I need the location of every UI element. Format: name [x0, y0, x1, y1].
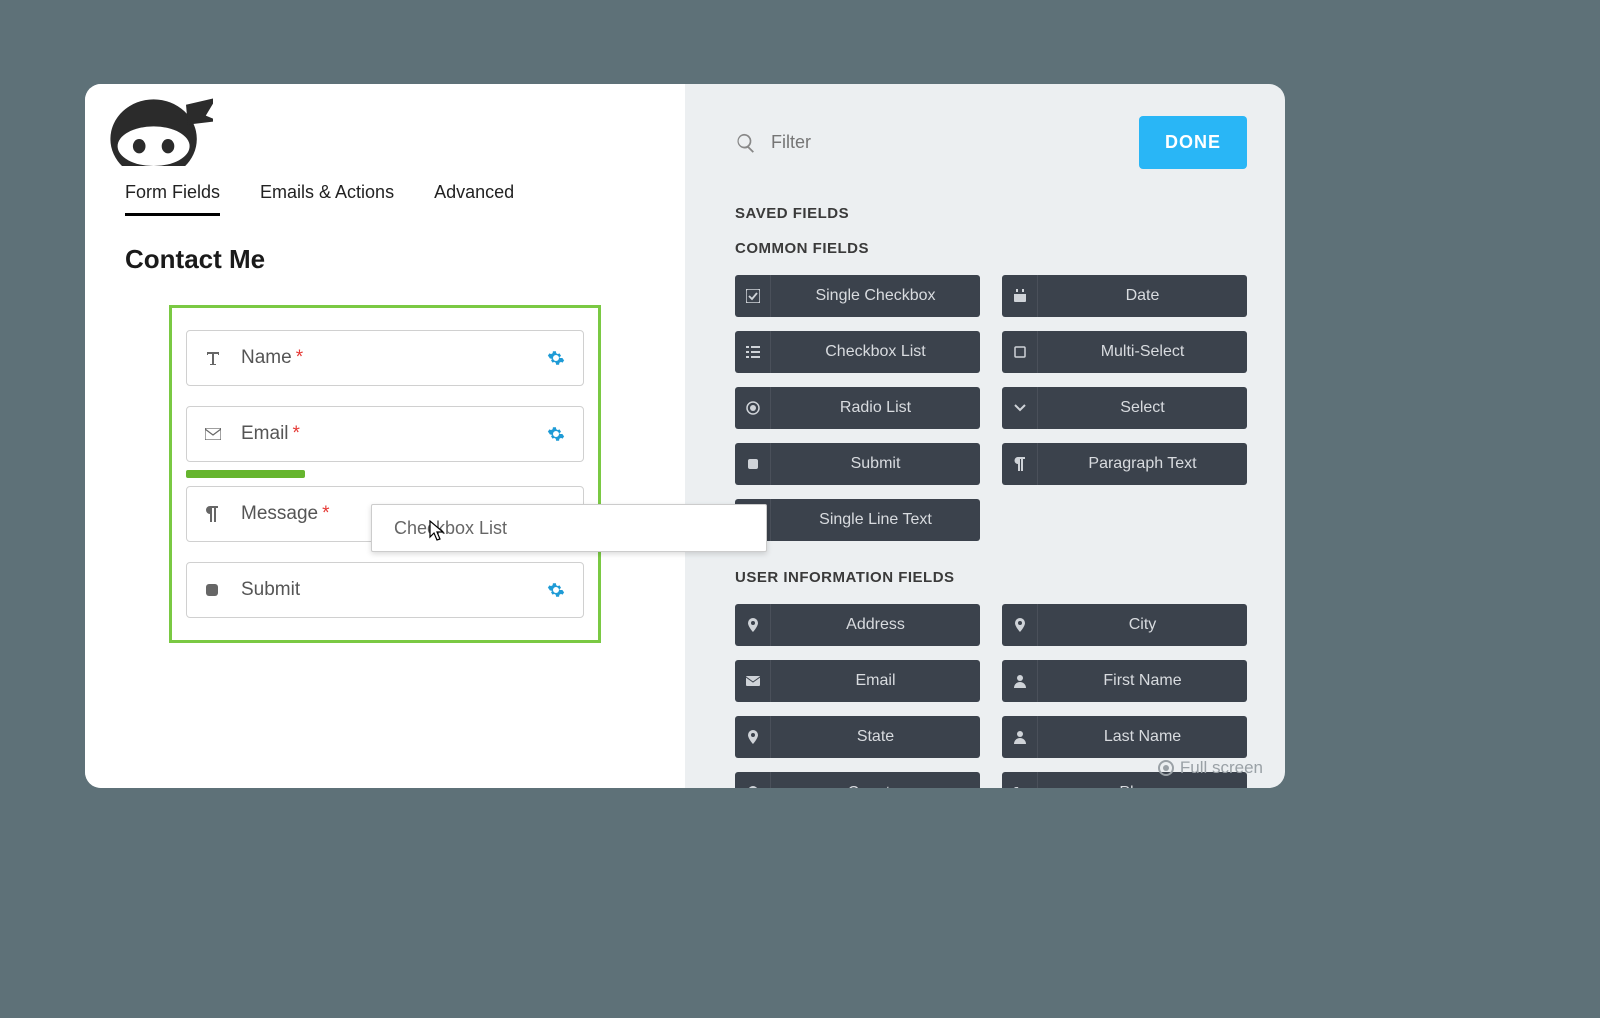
- field-tile-first-name[interactable]: First Name: [1002, 660, 1247, 702]
- field-tile-submit[interactable]: Submit: [735, 443, 980, 485]
- field-row-email[interactable]: Email*: [186, 406, 584, 462]
- ninja-logo: [105, 84, 213, 166]
- field-row-name[interactable]: Name*: [186, 330, 584, 386]
- field-tile-single-line-text[interactable]: Single Line Text: [735, 499, 980, 541]
- fullscreen-label: Full screen: [1180, 758, 1263, 778]
- field-tile-state[interactable]: State: [735, 716, 980, 758]
- section-saved-title: SAVED FIELDS: [735, 205, 1247, 222]
- filter-input[interactable]: [771, 132, 971, 153]
- tile-label: Paragraph Text: [1038, 455, 1247, 473]
- field-row-submit[interactable]: Submit: [186, 562, 584, 618]
- square-icon: [205, 583, 227, 597]
- field-tile-country[interactable]: Country: [735, 772, 980, 788]
- para-icon: [1002, 443, 1038, 485]
- tab-emails-actions[interactable]: Emails & Actions: [260, 182, 394, 216]
- tile-label: Radio List: [771, 399, 980, 417]
- section-user-title: USER INFORMATION FIELDS: [735, 569, 1247, 586]
- form-dropzone[interactable]: Name* Email* Message*: [169, 305, 601, 643]
- tile-label: Multi-Select: [1038, 343, 1247, 361]
- field-tile-city[interactable]: City: [1002, 604, 1247, 646]
- drop-indicator: [186, 470, 305, 478]
- filter-bar: DONE: [735, 116, 1247, 169]
- tile-label: Address: [771, 616, 980, 634]
- tile-label: Single Checkbox: [771, 287, 980, 305]
- box-icon: [1002, 331, 1038, 373]
- tile-label: Checkbox List: [771, 343, 980, 361]
- field-label: Message*: [241, 503, 330, 525]
- list-icon: [735, 331, 771, 373]
- tile-label: Date: [1038, 287, 1247, 305]
- pin-icon: [1002, 604, 1038, 646]
- tab-advanced[interactable]: Advanced: [434, 182, 514, 216]
- field-tile-paragraph-text[interactable]: Paragraph Text: [1002, 443, 1247, 485]
- user-icon: [1002, 660, 1038, 702]
- pin-icon: [735, 772, 771, 788]
- field-tile-last-name[interactable]: Last Name: [1002, 716, 1247, 758]
- tile-label: Phone: [1038, 784, 1247, 788]
- check-icon: [735, 275, 771, 317]
- builder-pane: Form Fields Emails & Actions Advanced Co…: [85, 84, 685, 788]
- tile-label: First Name: [1038, 672, 1247, 690]
- gear-icon[interactable]: [547, 349, 565, 367]
- field-tile-address[interactable]: Address: [735, 604, 980, 646]
- app-window: Form Fields Emails & Actions Advanced Co…: [85, 84, 1285, 788]
- fullscreen-toggle[interactable]: Full screen: [1158, 758, 1263, 778]
- cursor-icon: [427, 520, 447, 542]
- field-tile-email[interactable]: Email: [735, 660, 980, 702]
- form-title: Contact Me: [125, 244, 645, 275]
- tile-label: Last Name: [1038, 728, 1247, 746]
- common-fields-grid: Single Checkbox Date Checkbox List Multi-Se…: [735, 275, 1247, 541]
- square-icon: [735, 443, 771, 485]
- field-tile-checkbox-list[interactable]: Checkbox List: [735, 331, 980, 373]
- tab-form-fields[interactable]: Form Fields: [125, 182, 220, 216]
- field-tile-single-checkbox[interactable]: Single Checkbox: [735, 275, 980, 317]
- field-label: Submit: [241, 579, 300, 601]
- chev-icon: [1002, 387, 1038, 429]
- field-tile-date[interactable]: Date: [1002, 275, 1247, 317]
- text-icon: [205, 350, 227, 366]
- drag-ghost-label: Checkbox List: [394, 518, 507, 539]
- user-icon: [1002, 716, 1038, 758]
- mail-icon: [205, 428, 227, 440]
- tile-label: Single Line Text: [771, 511, 980, 529]
- pin-icon: [735, 604, 771, 646]
- search-icon: [735, 132, 757, 154]
- field-label: Name*: [241, 347, 303, 369]
- field-tile-radio-list[interactable]: Radio List: [735, 387, 980, 429]
- field-tile-select[interactable]: Select: [1002, 387, 1247, 429]
- fields-panel: DONE SAVED FIELDS COMMON FIELDS Single C…: [685, 84, 1285, 788]
- fullscreen-icon: [1158, 760, 1174, 776]
- tile-label: City: [1038, 616, 1247, 634]
- field-label: Email*: [241, 423, 300, 445]
- gear-icon[interactable]: [547, 425, 565, 443]
- phone-icon: [1002, 772, 1038, 788]
- cal-icon: [1002, 275, 1038, 317]
- mail-icon: [735, 660, 771, 702]
- pin-icon: [735, 716, 771, 758]
- field-tile-multi-select[interactable]: Multi-Select: [1002, 331, 1247, 373]
- done-button[interactable]: DONE: [1139, 116, 1247, 169]
- tile-label: Country: [771, 784, 980, 788]
- tile-label: Submit: [771, 455, 980, 473]
- tile-label: Email: [771, 672, 980, 690]
- radio-icon: [735, 387, 771, 429]
- tile-label: Select: [1038, 399, 1247, 417]
- gear-icon[interactable]: [547, 581, 565, 599]
- builder-tabs: Form Fields Emails & Actions Advanced: [125, 182, 645, 216]
- paragraph-icon: [205, 506, 227, 522]
- tile-label: State: [771, 728, 980, 746]
- section-common-title: COMMON FIELDS: [735, 240, 1247, 257]
